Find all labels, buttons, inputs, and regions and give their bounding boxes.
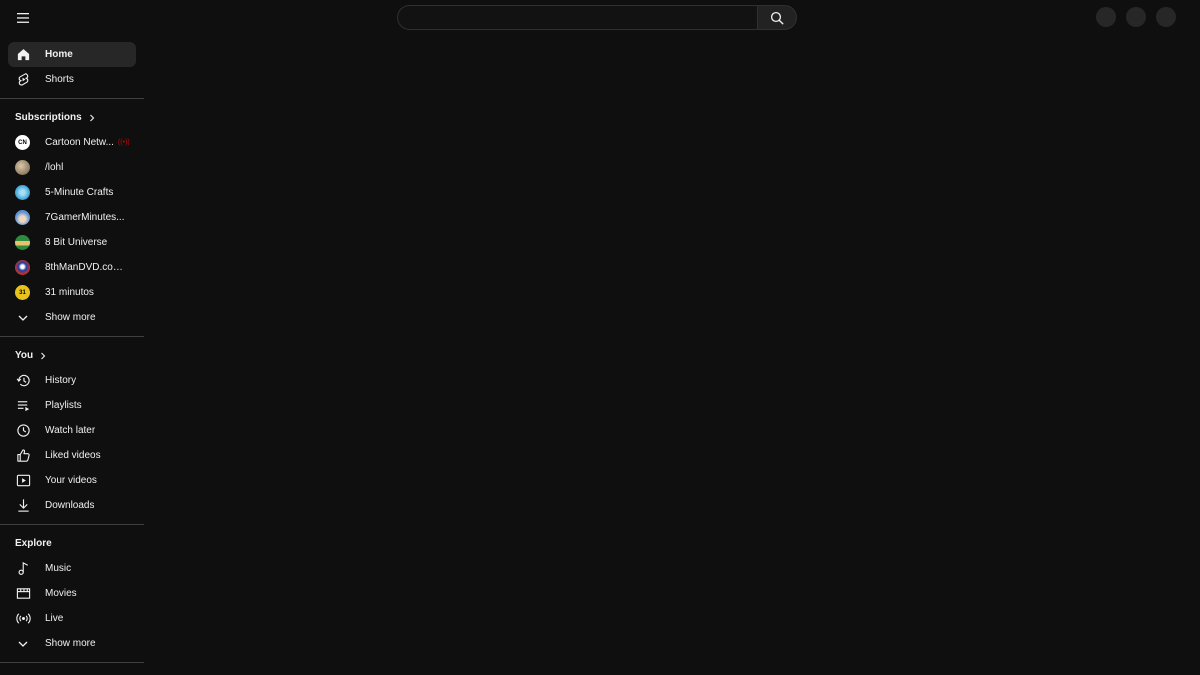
sidebar-item-label: Home — [45, 49, 73, 60]
chevron-right-icon — [89, 114, 94, 121]
explore-show-more[interactable]: Show more — [8, 631, 136, 656]
main-content — [144, 36, 1200, 675]
account-avatar[interactable] — [1156, 7, 1176, 27]
menu-button[interactable] — [8, 3, 38, 33]
channel-avatar — [15, 260, 30, 275]
chevron-down-icon — [15, 310, 31, 326]
sidebar-subscriptions-section: Subscriptions CN Cartoon Netw... ((•)) /… — [0, 99, 144, 337]
sidebar-item-label: Music — [45, 563, 72, 574]
subscription-label: 5-Minute Crafts — [45, 187, 114, 198]
liked-icon — [15, 448, 31, 464]
subscriptions-show-more[interactable]: Show more — [8, 305, 136, 330]
subscription-label: 31 minutos — [45, 287, 94, 298]
watch-later-icon — [15, 423, 31, 439]
sidebar-item-your-videos[interactable]: Your videos — [8, 468, 136, 493]
explore-heading: Explore — [8, 531, 136, 556]
sidebar-item-label: Your videos — [45, 475, 97, 486]
channel-avatar — [15, 235, 30, 250]
sidebar-item-playlists[interactable]: Playlists — [8, 393, 136, 418]
sidebar-item-label: Live — [45, 613, 64, 624]
sidebar-item-home[interactable]: Home — [8, 42, 136, 67]
playlists-icon — [15, 398, 31, 414]
top-actions — [1096, 7, 1176, 27]
sidebar-item-history[interactable]: History — [8, 368, 136, 393]
sidebar-item-label: Liked videos — [45, 450, 101, 461]
live-indicator-icon: ((•)) — [117, 139, 130, 146]
sidebar-item-label: Movies — [45, 588, 77, 599]
sidebar-item-label: Playlists — [45, 400, 82, 411]
search-bar — [397, 5, 797, 30]
search-input[interactable] — [397, 5, 757, 30]
sidebar-explore-section: Explore Music Movies Live Show more — [0, 525, 144, 663]
sidebar-item-downloads[interactable]: Downloads — [8, 493, 136, 518]
chevron-right-icon — [41, 352, 46, 359]
subscription-item[interactable]: 31 31 minutos — [8, 280, 136, 305]
channel-avatar: 31 — [15, 285, 30, 300]
notifications-button[interactable] — [1126, 7, 1146, 27]
sidebar-item-label: Watch later — [45, 425, 96, 436]
hamburger-icon — [17, 13, 29, 23]
your-videos-icon — [15, 473, 31, 489]
sidebar-item-music[interactable]: Music — [8, 556, 136, 581]
you-title: You — [15, 350, 34, 361]
movies-icon — [15, 586, 31, 602]
sidebar: Home Shorts Subscriptions CN Cartoon Net… — [0, 36, 144, 675]
subscription-item[interactable]: 5-Minute Crafts — [8, 180, 136, 205]
search-button[interactable] — [757, 5, 797, 30]
channel-avatar — [15, 160, 30, 175]
subscription-item[interactable]: CN Cartoon Netw... ((•)) — [8, 130, 136, 155]
explore-title: Explore — [15, 538, 52, 549]
chevron-down-icon — [15, 636, 31, 652]
show-more-label: Show more — [45, 312, 96, 323]
sidebar-you-section: You History Playlists Watch later Liked … — [0, 337, 144, 525]
subscription-item[interactable]: 7GamerMinutes... — [8, 205, 136, 230]
subscription-label: 8 Bit Universe — [45, 237, 108, 248]
live-icon — [15, 611, 31, 627]
you-heading[interactable]: You — [8, 343, 136, 368]
channel-avatar — [15, 210, 30, 225]
subscription-label: /lohl — [45, 162, 64, 173]
sidebar-main-section: Home Shorts — [0, 36, 144, 99]
sidebar-item-movies[interactable]: Movies — [8, 581, 136, 606]
sidebar-item-label: Downloads — [45, 500, 95, 511]
history-icon — [15, 373, 31, 389]
channel-avatar: CN — [15, 135, 30, 150]
channel-avatar — [15, 185, 30, 200]
sidebar-item-liked-videos[interactable]: Liked videos — [8, 443, 136, 468]
home-icon — [15, 47, 31, 63]
show-more-label: Show more — [45, 638, 96, 649]
shorts-icon — [15, 72, 31, 88]
subscription-item[interactable]: 8 Bit Universe — [8, 230, 136, 255]
sidebar-item-live[interactable]: Live — [8, 606, 136, 631]
sidebar-item-shorts[interactable]: Shorts — [8, 67, 136, 92]
sidebar-item-label: History — [45, 375, 77, 386]
subscription-label: Cartoon Netw... — [45, 137, 114, 148]
music-icon — [15, 561, 31, 577]
create-button[interactable] — [1096, 7, 1116, 27]
subscriptions-heading[interactable]: Subscriptions — [8, 105, 136, 130]
subscription-label: 8thManDVD.com... — [45, 262, 129, 273]
sidebar-item-watch-later[interactable]: Watch later — [8, 418, 136, 443]
subscription-item[interactable]: 8thManDVD.com... — [8, 255, 136, 280]
search-icon — [770, 11, 784, 25]
top-bar — [0, 0, 1200, 36]
sidebar-item-label: Shorts — [45, 74, 74, 85]
subscriptions-title: Subscriptions — [15, 112, 82, 123]
subscription-label: 7GamerMinutes... — [45, 212, 125, 223]
subscription-item[interactable]: /lohl — [8, 155, 136, 180]
download-icon — [15, 498, 31, 514]
